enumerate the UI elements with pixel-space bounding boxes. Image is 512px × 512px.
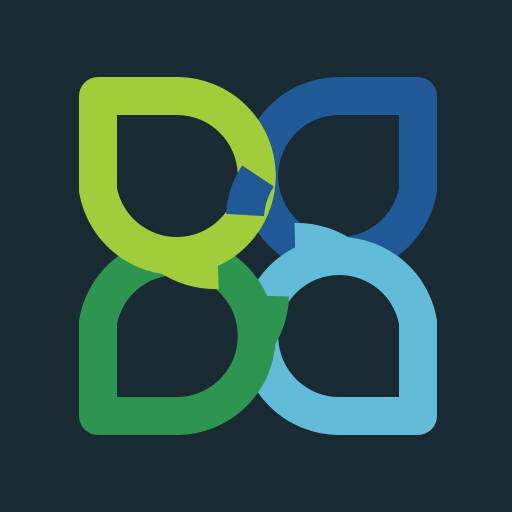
logo-canvas <box>0 0 512 512</box>
logo-background <box>0 0 512 512</box>
petal-top-right-overlap <box>226 165 275 217</box>
petal-bottom-left-overlap <box>241 294 289 347</box>
logo-mark <box>0 0 512 512</box>
petal-top-left-overlap <box>156 239 219 290</box>
petal-bottom-right-overlap <box>294 223 357 274</box>
